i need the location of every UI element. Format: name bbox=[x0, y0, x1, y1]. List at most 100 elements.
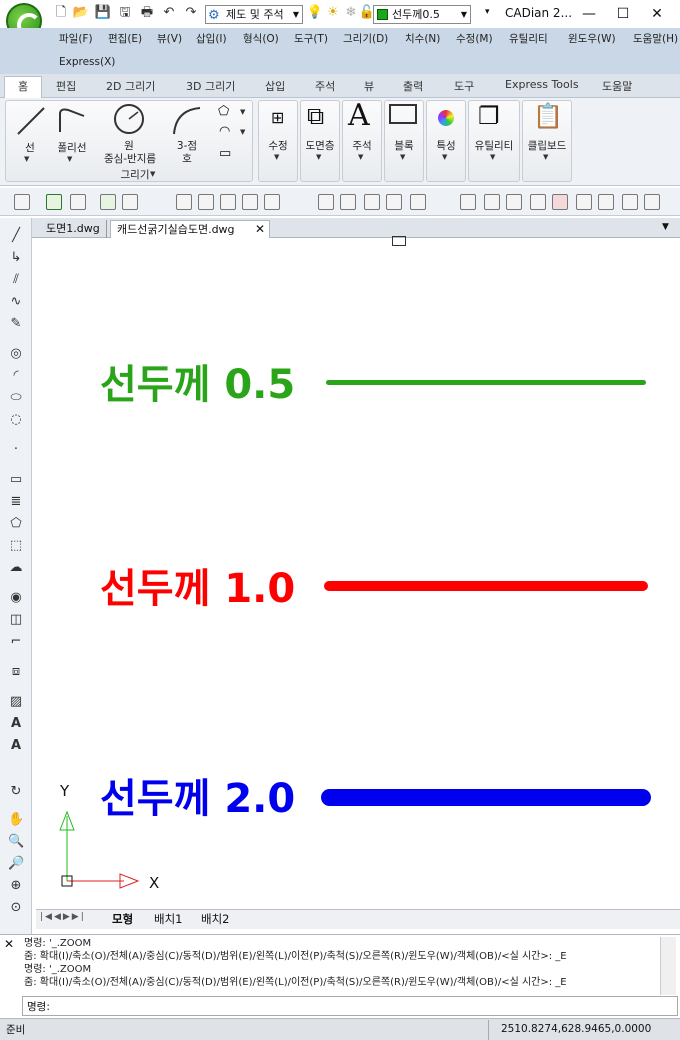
sun-icon[interactable]: ☀ bbox=[324, 4, 342, 22]
arc-mode-dropdown[interactable]: 호 bbox=[172, 151, 202, 166]
tab-output[interactable]: 출력 bbox=[403, 78, 423, 94]
line-icon[interactable] bbox=[14, 104, 48, 138]
menu-express[interactable]: Express(X) bbox=[59, 56, 115, 68]
zoom-icon[interactable]: 🔍 bbox=[8, 834, 24, 850]
ucs1-icon[interactable] bbox=[318, 194, 334, 210]
new-file-icon[interactable]: 🗋 bbox=[52, 4, 70, 22]
arc-icon[interactable] bbox=[170, 104, 204, 138]
text-settings-icon[interactable] bbox=[622, 194, 638, 210]
tab-2d-draw[interactable]: 2D 그리기 bbox=[106, 78, 155, 94]
menu-tools[interactable]: 도구(T) bbox=[294, 31, 328, 46]
menu-draw[interactable]: 그리기(D) bbox=[343, 31, 388, 46]
utility-button[interactable]: 유틸리티 bbox=[468, 138, 520, 153]
menu-edit[interactable]: 편집(E) bbox=[108, 31, 142, 46]
hatch-lines-tool-icon[interactable]: ≣ bbox=[8, 494, 24, 510]
region-tool-icon[interactable]: ⬚ bbox=[8, 538, 24, 554]
print-icon[interactable]: 🖶 bbox=[138, 4, 156, 22]
fillet-tool-icon[interactable]: ⌐ bbox=[8, 634, 24, 650]
polyline-button[interactable]: 폴리선 bbox=[52, 140, 92, 155]
tab-edit[interactable]: 편집 bbox=[56, 78, 76, 94]
text-color-icon[interactable] bbox=[552, 194, 568, 210]
text-style-icon[interactable] bbox=[484, 194, 500, 210]
mtext-tool-icon[interactable]: A bbox=[8, 716, 24, 732]
circle-mode-dropdown[interactable]: 중심-반지름 bbox=[94, 151, 166, 166]
revcloud-tool-icon[interactable]: ☁ bbox=[8, 560, 24, 576]
layers-button[interactable]: 도면층 bbox=[301, 138, 339, 153]
spline-tool-icon[interactable]: ∿ bbox=[8, 294, 24, 310]
close-tab-icon[interactable]: ✕ bbox=[255, 221, 265, 238]
menu-utility[interactable]: 유틸리티 bbox=[509, 31, 548, 46]
polar-tool-icon[interactable] bbox=[242, 194, 258, 210]
osnap-tool-icon[interactable] bbox=[264, 194, 280, 210]
text-tool-icon[interactable]: A bbox=[8, 738, 24, 754]
bulb-icon[interactable]: 💡 bbox=[306, 4, 324, 22]
spell-check-icon[interactable] bbox=[100, 194, 116, 210]
lineweight-line-20[interactable] bbox=[321, 789, 651, 806]
chevron-down-icon[interactable]: ▼ bbox=[150, 170, 155, 178]
line-tool-icon[interactable]: ╱ bbox=[8, 228, 24, 244]
modify-button[interactable]: 수정 bbox=[261, 138, 295, 153]
lineweight-line-10[interactable] bbox=[324, 581, 648, 591]
circle-icon[interactable] bbox=[112, 102, 146, 136]
polygon-tool-icon[interactable]: ⬠ bbox=[8, 516, 24, 532]
menu-dimension[interactable]: 치수(N) bbox=[405, 31, 440, 46]
zoom-realtime-icon[interactable]: ⊙ bbox=[8, 900, 24, 916]
command-scrollbar[interactable] bbox=[660, 937, 676, 995]
zoom-window-icon[interactable]: 🔎 bbox=[8, 856, 24, 872]
donut-tool-icon[interactable]: ◉ bbox=[8, 590, 24, 606]
doc-tab-active[interactable]: 캐드선굵기실습도면.dwg ✕ bbox=[110, 220, 270, 238]
ellipse-arc-tool-icon[interactable]: ◌ bbox=[8, 412, 24, 428]
tab-express-tools[interactable]: Express Tools bbox=[505, 78, 579, 91]
doc-tab-drawing1[interactable]: 도면1.dwg bbox=[40, 220, 107, 238]
ucs4-icon[interactable] bbox=[386, 194, 402, 210]
command-input[interactable]: 명령: bbox=[22, 996, 678, 1016]
menu-insert[interactable]: 삽입(I) bbox=[196, 31, 227, 46]
layout-tab-model[interactable]: 모형 bbox=[112, 911, 133, 927]
ellipse-arc-icon[interactable]: ◠ bbox=[219, 124, 230, 139]
chevron-down-icon[interactable]: ▼ bbox=[67, 155, 72, 163]
snap-tool-icon[interactable] bbox=[198, 194, 214, 210]
tab-home[interactable]: 홈 bbox=[4, 76, 42, 98]
tab-view[interactable]: 뷰 bbox=[364, 78, 374, 94]
layer-select[interactable]: 선두께0.5 ▼ bbox=[373, 5, 471, 24]
pan-hand-icon[interactable]: ✋ bbox=[8, 812, 24, 828]
double-line-tool-icon[interactable]: ⫽ bbox=[8, 272, 24, 288]
zoom-extents-icon[interactable]: ⊕ bbox=[8, 878, 24, 894]
rectangle-icon[interactable]: ▭ bbox=[219, 146, 231, 161]
menu-view[interactable]: 뷰(V) bbox=[157, 31, 182, 46]
excel-icon[interactable] bbox=[46, 194, 62, 210]
circle-tool-icon[interactable]: ◎ bbox=[8, 346, 24, 362]
open-file-icon[interactable]: 📂 bbox=[72, 4, 90, 22]
properties-tool-icon[interactable] bbox=[14, 194, 30, 210]
annotation-button[interactable]: 주석 bbox=[344, 138, 380, 153]
ucs2-icon[interactable] bbox=[340, 194, 356, 210]
text-height-icon[interactable] bbox=[598, 194, 614, 210]
save-icon[interactable]: 💾 bbox=[94, 4, 112, 22]
tab-insert[interactable]: 삽입 bbox=[265, 78, 285, 94]
polyline-icon[interactable] bbox=[54, 104, 90, 138]
block-button[interactable]: 블록 bbox=[386, 138, 422, 153]
close-command-icon[interactable]: ✕ bbox=[4, 937, 14, 951]
minimize-button[interactable]: — bbox=[572, 2, 606, 26]
properties-button[interactable]: 특성 bbox=[428, 138, 464, 153]
grid-tool-icon[interactable] bbox=[176, 194, 192, 210]
chevron-down-icon[interactable]: ▼ bbox=[24, 155, 29, 163]
tab-tools[interactable]: 도구 bbox=[454, 78, 474, 94]
customize-quick-access-icon[interactable]: ▾ bbox=[485, 7, 490, 17]
tab-help[interactable]: 도움말 bbox=[602, 78, 632, 94]
layout-nav-arrows[interactable]: |◀◀▶▶| bbox=[40, 912, 86, 922]
arc-tool-icon[interactable]: ◜ bbox=[8, 368, 24, 384]
layout-tab-layout2[interactable]: 배치2 bbox=[201, 911, 229, 927]
block-insert-tool-icon[interactable]: ⧈ bbox=[8, 664, 24, 680]
maximize-button[interactable]: ☐ bbox=[606, 2, 640, 26]
menu-file[interactable]: 파일(F) bbox=[59, 31, 93, 46]
clipboard-button[interactable]: 클립보드 bbox=[522, 138, 572, 153]
edit-table-icon[interactable] bbox=[70, 194, 86, 210]
paste-special-icon[interactable] bbox=[122, 194, 138, 210]
chevron-down-icon[interactable]: ▼ bbox=[240, 108, 245, 116]
ucs5-icon[interactable] bbox=[410, 194, 426, 210]
text-find-icon[interactable] bbox=[506, 194, 522, 210]
ucs3-icon[interactable] bbox=[364, 194, 380, 210]
line-button[interactable]: 선 bbox=[18, 140, 42, 155]
ortho-tool-icon[interactable] bbox=[220, 194, 236, 210]
